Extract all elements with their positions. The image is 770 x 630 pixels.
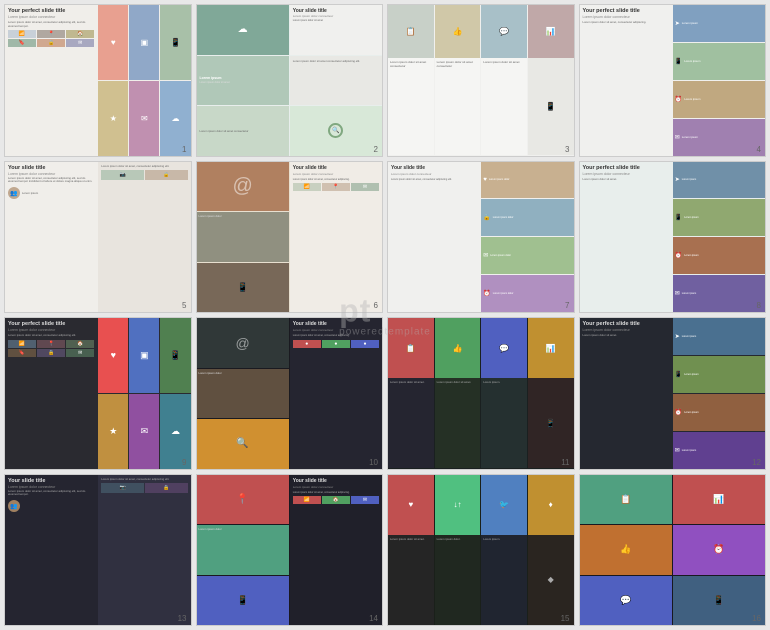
slide-thumb-1[interactable]: Your perfect slide title Lorem ipsum dol…: [4, 4, 192, 157]
slide-thumb-2[interactable]: ☁ Lorem ipsum Lorem ipsum dolor sit amet…: [196, 4, 384, 157]
s1-number: 1: [182, 145, 186, 154]
s9-number: 9: [182, 458, 186, 467]
slide-thumb-12[interactable]: Your perfect slide title Lorem ipsum dol…: [579, 317, 767, 470]
slide-thumb-16[interactable]: 📋 👍 💬 📊 ⏰ 📱 16: [579, 474, 767, 627]
slide-thumb-6[interactable]: @ Lorem ipsum dolor 📱 Your slide title L…: [196, 161, 384, 314]
slide-thumb-7[interactable]: Your slide title Lorem ipsum dolor conne…: [387, 161, 575, 314]
slide-thumb-11[interactable]: 📋 👍 💬 📊 Lorem ipsum dolor sit amet. Lore…: [387, 317, 575, 470]
slide-thumb-5[interactable]: Your slide title Lorem ipsum dolor conne…: [4, 161, 192, 314]
s12-number: 12: [752, 458, 761, 467]
slide-thumb-13[interactable]: Your slide title Lorem ipsum dolor conne…: [4, 474, 192, 627]
s11-number: 11: [561, 458, 569, 467]
s10-number: 10: [369, 458, 378, 467]
s7-number: 7: [565, 301, 569, 310]
slides-grid: Your perfect slide title Lorem ipsum dol…: [0, 0, 770, 630]
s5-title: Your slide title: [8, 165, 94, 171]
s6-number: 6: [374, 301, 378, 310]
s8-number: 8: [757, 301, 761, 310]
s15-number: 15: [561, 614, 570, 623]
s1-body: Lorem ipsum dolor sit amet, consectetur …: [8, 21, 94, 28]
s1-sub: Lorem ipsum dolor connecteur: [8, 15, 94, 19]
slide-thumb-8[interactable]: Your perfect slide title Lorem ipsum dol…: [579, 161, 767, 314]
s14-number: 14: [369, 614, 378, 623]
slide-thumb-9[interactable]: Your perfect slide title Lorem ipsum dol…: [4, 317, 192, 470]
s12-title: Your perfect slide title: [583, 321, 669, 327]
slide-thumb-14[interactable]: 📍 Lorem ipsum dolor 📱 Your slide title L…: [196, 474, 384, 627]
s9-title: Your perfect slide title: [8, 321, 94, 327]
s16-number: 16: [752, 614, 761, 623]
s2-number: 2: [374, 145, 378, 154]
slide-thumb-15[interactable]: ♥ ↓↑ 🐦 ♦ Lorem ipsum dolor sit amet. Lor…: [387, 474, 575, 627]
s13-number: 13: [178, 614, 187, 623]
s3-number: 3: [565, 145, 569, 154]
s4-number: 4: [757, 145, 761, 154]
slide-thumb-3[interactable]: 📋 👍 💬 📊 Lorem ipsum dolor sit amet conse…: [387, 4, 575, 157]
s5-number: 5: [182, 301, 186, 310]
s4-title: Your perfect slide title: [583, 8, 669, 14]
slide-thumb-10[interactable]: @ Lorem ipsum dolor 🔍 Your slide title L…: [196, 317, 384, 470]
slide-thumb-4[interactable]: Your perfect slide title Lorem ipsum dol…: [579, 4, 767, 157]
s8-title: Your perfect slide title: [583, 165, 669, 171]
s1-title: Your perfect slide title: [8, 8, 94, 14]
